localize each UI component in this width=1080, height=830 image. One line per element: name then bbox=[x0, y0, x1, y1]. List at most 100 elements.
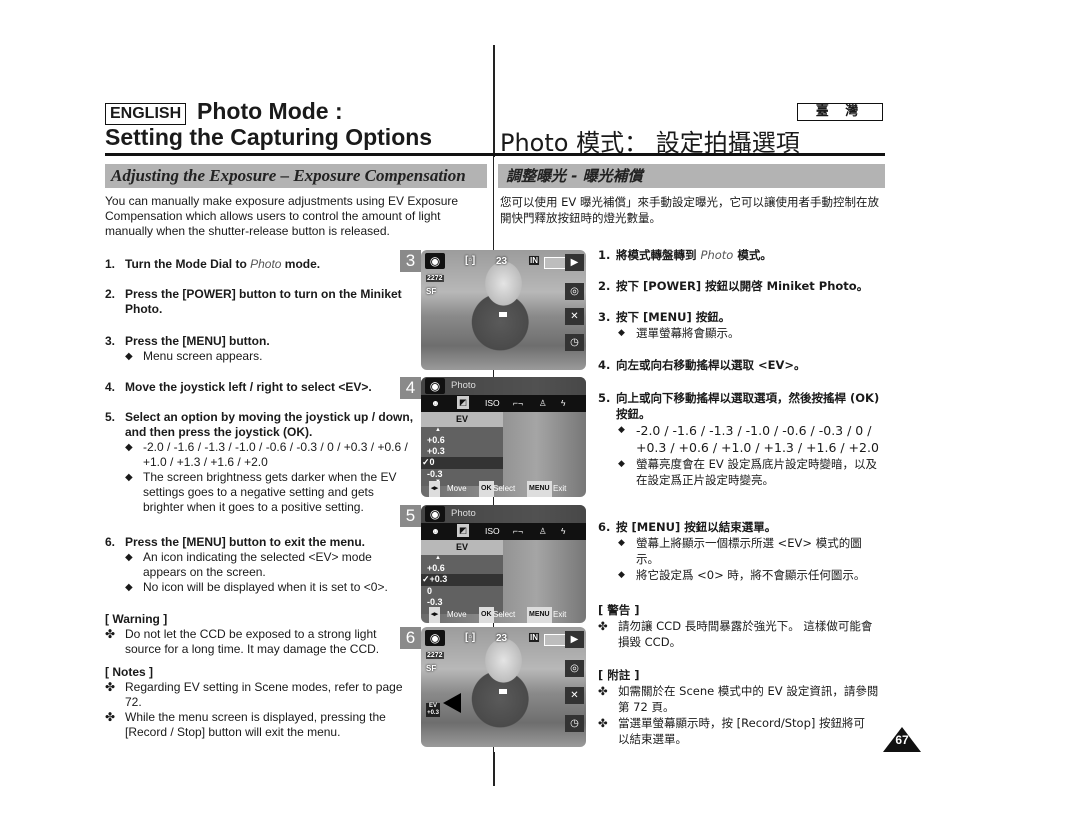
diamond-bullet-icon: ◆ bbox=[125, 442, 133, 453]
camera-icon: ◉ bbox=[425, 506, 445, 522]
iso-tab[interactable]: ISO bbox=[485, 523, 500, 540]
step-4-zh: 4. 向左或向右移動搖桿以選取 <EV>。 bbox=[598, 357, 883, 373]
screen-step-number: 6 bbox=[400, 627, 421, 649]
step-number: 1. bbox=[598, 248, 611, 262]
step-text: Move the joystick left / right to select… bbox=[125, 380, 372, 394]
clover-bullet-icon: ✤ bbox=[105, 680, 116, 694]
step-6-zh: 6. 按 [MENU] 按鈕以結束選單。 ◆ 螢幕上將顯示一個標示所選 <EV> 模… bbox=[598, 519, 883, 583]
ev-option-selected[interactable]: ✓0 bbox=[422, 457, 435, 468]
ev-tab-icon[interactable]: ◩ bbox=[457, 396, 469, 409]
note-text: 當選單螢幕顯示時，按 [Record/Stop] 按鈕將可以結束選單。 bbox=[618, 716, 866, 746]
step-3-en: 3. Press the [MENU] button. ◆ Menu screen … bbox=[105, 334, 415, 364]
ev-option[interactable]: +0.6 bbox=[427, 435, 445, 445]
menu-tabs: ☻ ◩ ISO ⌐¬ ♙ ϟ bbox=[421, 523, 586, 540]
wb-tab-icon[interactable]: ♙ bbox=[539, 523, 547, 540]
focus-tab-icon[interactable]: ⌐¬ bbox=[513, 523, 523, 540]
select-hint: Select bbox=[493, 484, 516, 493]
flash-tab-icon[interactable]: ϟ bbox=[561, 523, 566, 540]
ev-tab-icon[interactable]: ◩ bbox=[457, 524, 469, 537]
diamond-bullet-icon: ◆ bbox=[125, 472, 133, 483]
notes-title: [ Notes ] bbox=[105, 665, 153, 679]
eye-icon: ◎ bbox=[565, 283, 584, 300]
step-6-en: 6. Press the [MENU] button to exit the me… bbox=[105, 535, 405, 595]
clover-bullet-icon: ✤ bbox=[105, 627, 116, 641]
ev-option[interactable]: -0.3 bbox=[427, 469, 443, 479]
step-number: 5. bbox=[105, 410, 116, 424]
notes-block-zh: [ 附註 ] ✤ 如需關於在 Scene 模式中的 EV 設定資訊，請參閱第 72… bbox=[598, 667, 883, 747]
step-5-zh: 5. 向上或向下移動搖桿以選取選項，然後按搖桿 (OK) 按鈕。 ◆ -2.0 / … bbox=[598, 390, 883, 488]
camera-icon: ◉ bbox=[425, 378, 445, 394]
iso-tab[interactable]: ISO bbox=[485, 395, 500, 412]
step-subtext: 螢幕亮度會在 EV 設定爲底片設定時變暗，以及在設定爲正片設定時變亮。 bbox=[636, 457, 877, 487]
step-number: 6. bbox=[105, 535, 116, 549]
memory-indicator: IN bbox=[529, 633, 539, 642]
step-3-zh: 3. 按下 [MENU] 按鈕。 ◆ 選單螢幕將會顯示。 bbox=[598, 309, 883, 341]
ev-option[interactable]: 0 bbox=[427, 586, 432, 596]
screen-step-number: 4 bbox=[400, 377, 421, 399]
quality-icon: SF bbox=[426, 664, 437, 673]
menu-tabs: ☻ ◩ ISO ⌐¬ ♙ ϟ bbox=[421, 395, 586, 412]
step-number: 2. bbox=[105, 287, 116, 301]
note-text: Regarding EV setting in Scene modes, ref… bbox=[125, 680, 403, 709]
step-text: 按下 [MENU] 按鈕。 bbox=[616, 310, 731, 324]
step-number: 1. bbox=[105, 257, 116, 271]
exit-hint: Exit bbox=[553, 610, 567, 619]
section-title-en: Adjusting the Exposure – Exposure Compen… bbox=[111, 166, 466, 185]
diamond-bullet-icon: ◆ bbox=[618, 459, 625, 469]
ev-options-panel: EV ▲ +0.6 ✓+0.3 0 -0.3 ▼ bbox=[421, 540, 503, 614]
diamond-bullet-icon: ◆ bbox=[618, 328, 625, 338]
step-2-zh: 2. 按下 [POWER] 按鈕以開啓 Miniket Photo。 bbox=[598, 278, 883, 294]
step-subtext: -2.0 / -1.6 / -1.3 / -1.0 / -0.6 / -0.3 … bbox=[143, 440, 408, 469]
step-number: 5. bbox=[598, 391, 611, 405]
check-icon: ✓ bbox=[422, 574, 430, 584]
notes-block-en: [ Notes ] ✤ Regarding EV setting in Scene… bbox=[105, 665, 410, 740]
note-text: While the menu screen is displayed, pres… bbox=[125, 710, 386, 739]
self-timer-icon: ◷ bbox=[565, 334, 584, 351]
step-subtext: An icon indicating the selected <EV> mod… bbox=[143, 550, 372, 579]
playback-icon: ▶ bbox=[565, 631, 584, 648]
pointer-arrow-icon bbox=[443, 693, 461, 713]
menu-footer: ◂▸ Move OK Select MENU Exit bbox=[421, 481, 586, 497]
effect-tab-icon[interactable]: ☻ bbox=[431, 395, 440, 412]
step-text: 模式。 bbox=[733, 248, 772, 262]
flash-tab-icon[interactable]: ϟ bbox=[561, 395, 566, 412]
warning-block-zh: [ 警告 ] ✤ 請勿讓 CCD 長時間暴露於強光下。 這樣做可能會損毀 CCD。 bbox=[598, 602, 883, 650]
language-badge: ENGLISH bbox=[105, 103, 187, 125]
memory-indicator: IN bbox=[529, 256, 539, 265]
screen-step-number: 3 bbox=[400, 250, 421, 272]
wb-tab-icon[interactable]: ♙ bbox=[539, 395, 547, 412]
effect-tab-icon[interactable]: ☻ bbox=[431, 523, 440, 540]
clover-bullet-icon: ✤ bbox=[598, 684, 608, 698]
camera-icon: ◉ bbox=[425, 630, 445, 646]
ev-option-selected[interactable]: ✓+0.3 bbox=[422, 574, 447, 585]
scroll-up-icon[interactable]: ▲ bbox=[435, 427, 441, 433]
page-number: 67 bbox=[895, 733, 909, 747]
menu-title-bar: ◉ Photo bbox=[421, 377, 586, 395]
camera-screen-6: ◉ [▫] 23 IN ▶ ◎ ✕ ◷ 2272 SF EV +0.3 bbox=[421, 627, 586, 747]
ev-option[interactable]: +0.3 bbox=[427, 446, 445, 456]
ev-option[interactable]: -0.3 bbox=[427, 597, 443, 607]
note-text: 如需關於在 Scene 模式中的 EV 設定資訊，請參閱第 72 頁。 bbox=[618, 684, 879, 714]
scroll-up-icon[interactable]: ▲ bbox=[435, 555, 441, 561]
step-text-italic: Photo bbox=[250, 257, 282, 271]
ev-option[interactable]: +0.6 bbox=[427, 563, 445, 573]
screen-step-number: 5 bbox=[400, 505, 421, 527]
diamond-bullet-icon: ◆ bbox=[125, 552, 133, 563]
intro-en: You can manually make exposure adjustmen… bbox=[105, 194, 459, 238]
step-subtext: -2.0 / -1.6 / -1.3 / -1.0 / -0.6 / -0.3 … bbox=[636, 423, 879, 455]
step-number: 2. bbox=[598, 279, 611, 293]
page-title-line1: Photo Mode : bbox=[197, 98, 343, 124]
notes-title: [ 附註 ] bbox=[598, 668, 640, 682]
image-size-icon: 2272 bbox=[426, 275, 444, 282]
move-hint: Move bbox=[447, 484, 467, 493]
step-4-en: 4. Move the joystick left / right to sele… bbox=[105, 380, 415, 395]
step-text: Turn the Mode Dial to bbox=[125, 257, 251, 271]
camera-icon: ◉ bbox=[425, 253, 445, 269]
self-timer-icon: ◷ bbox=[565, 715, 584, 732]
menu-key: MENU bbox=[527, 607, 552, 623]
step-text: mode. bbox=[281, 257, 321, 271]
step-text: 按 [MENU] 按鈕以結束選單。 bbox=[616, 520, 777, 534]
region-badge: 臺 灣 bbox=[797, 103, 883, 121]
camera-screen-3: ◉ [▫] 23 IN ▶ ◎ ✕ ◷ 2272 SF bbox=[421, 250, 586, 370]
focus-tab-icon[interactable]: ⌐¬ bbox=[513, 395, 523, 412]
